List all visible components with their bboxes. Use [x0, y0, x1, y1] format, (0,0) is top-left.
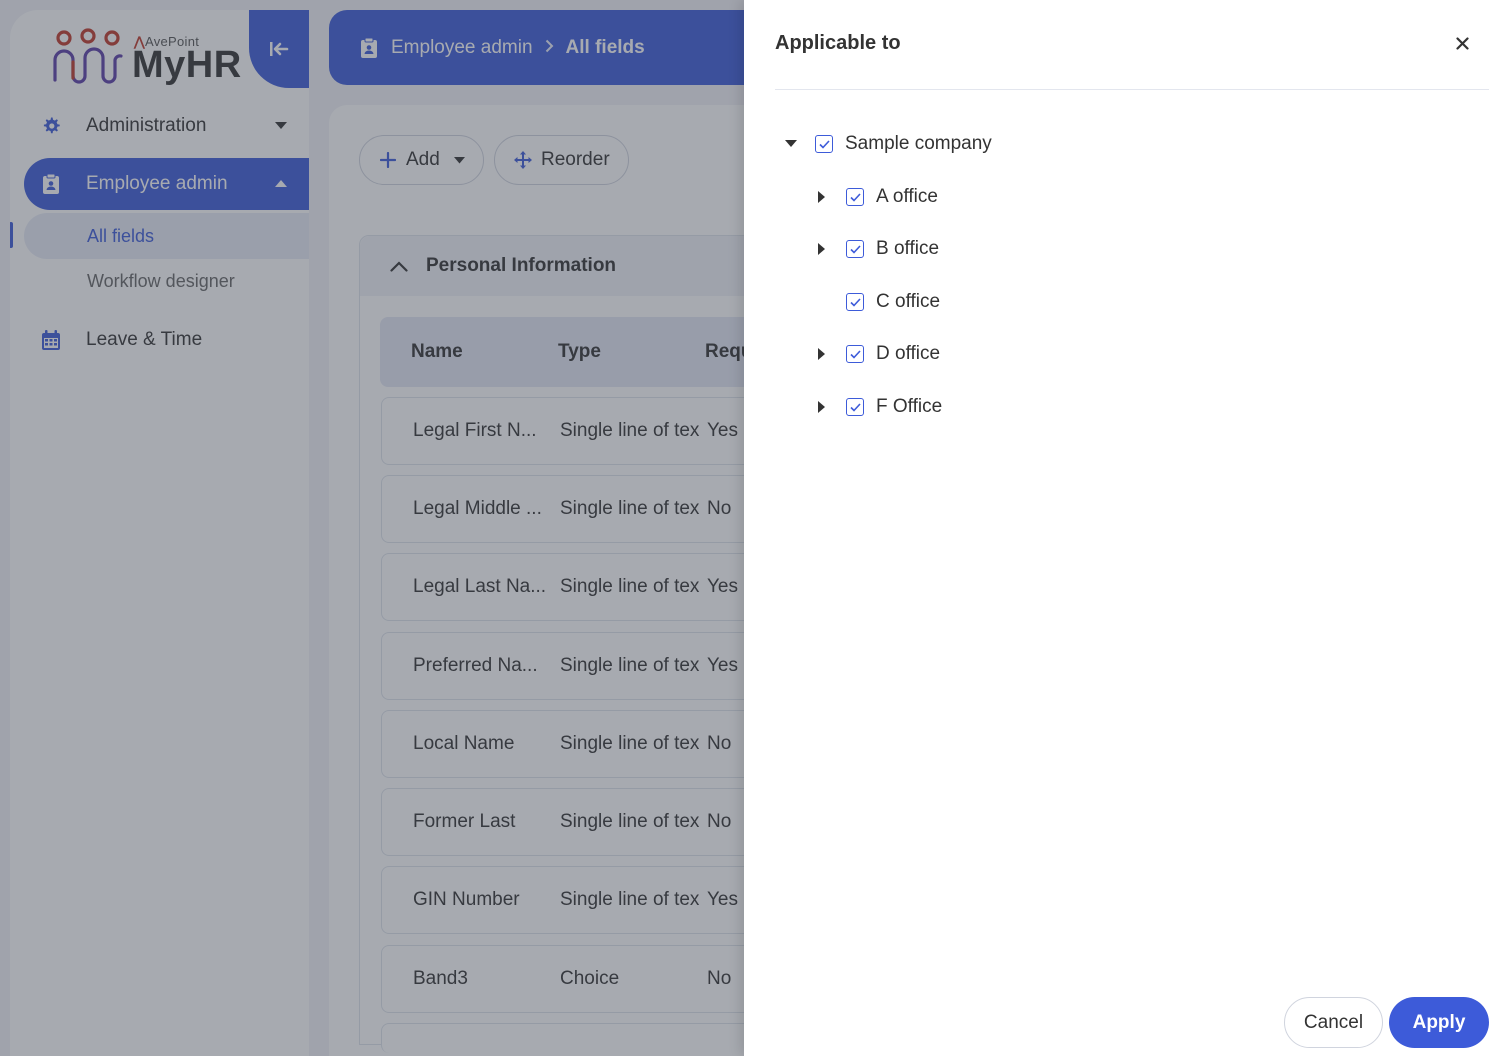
caret-down-icon[interactable] [781, 134, 801, 154]
checkmark-icon [849, 402, 861, 412]
tree-node-c-office[interactable]: C office [812, 287, 940, 317]
cancel-button[interactable]: Cancel [1284, 997, 1383, 1048]
tree-node-label: A office [876, 186, 938, 207]
tree-checkbox[interactable] [846, 240, 864, 258]
tree-node-label: F Office [876, 396, 943, 417]
caret-right-icon[interactable] [812, 239, 832, 259]
tree-node-label: C office [876, 291, 941, 312]
checkmark-icon [849, 297, 861, 307]
tree-checkbox[interactable] [846, 398, 864, 416]
tree-checkbox[interactable] [846, 188, 864, 206]
checkmark-icon [849, 244, 861, 254]
divider [775, 89, 1489, 90]
tree-node-label: B office [876, 238, 940, 259]
close-button[interactable] [1451, 32, 1473, 54]
tree-node-a-office[interactable]: A office [812, 182, 938, 212]
tree-node-sample-company[interactable]: Sample company [781, 129, 992, 159]
tree-node-d-office[interactable]: D office [812, 339, 940, 369]
caret-right-icon[interactable] [812, 187, 832, 207]
applicable-to-panel: Applicable to Sample company A office B … [744, 0, 1503, 1056]
checkmark-icon [818, 139, 830, 149]
close-icon [1455, 36, 1469, 50]
tree-node-f-office[interactable]: F Office [812, 392, 942, 422]
tree-node-label: Sample company [845, 133, 992, 154]
tree-node-b-office[interactable]: B office [812, 234, 939, 264]
caret-right-icon[interactable] [812, 397, 832, 417]
tree-checkbox[interactable] [846, 293, 864, 311]
tree-node-label: D office [876, 343, 941, 364]
caret-right-icon[interactable] [812, 344, 832, 364]
checkmark-icon [849, 192, 861, 202]
checkmark-icon [849, 349, 861, 359]
panel-title: Applicable to [775, 32, 901, 54]
tree-checkbox[interactable] [846, 345, 864, 363]
tree-checkbox[interactable] [815, 135, 833, 153]
apply-button[interactable]: Apply [1389, 997, 1489, 1048]
